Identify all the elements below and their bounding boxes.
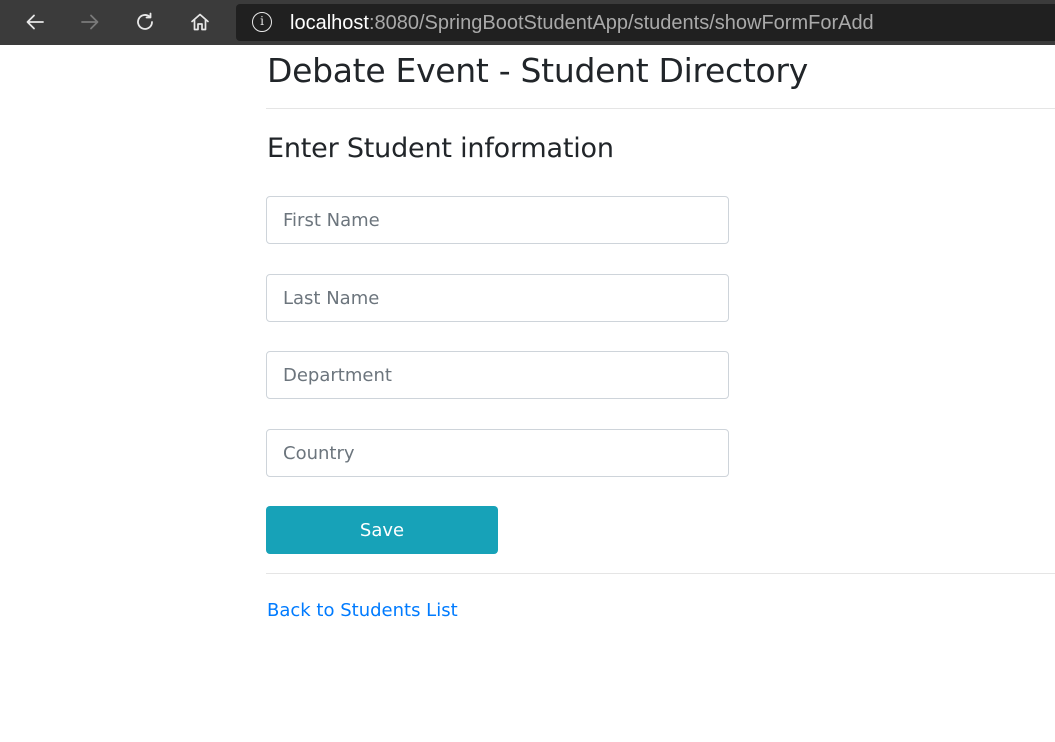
department-input[interactable] xyxy=(266,351,729,399)
refresh-button[interactable] xyxy=(129,7,161,37)
divider-bottom xyxy=(266,573,1055,574)
url-host: localhost xyxy=(290,12,369,34)
back-to-students-link[interactable]: Back to Students List xyxy=(267,600,458,621)
divider-top xyxy=(266,108,1055,109)
forward-button[interactable] xyxy=(74,7,106,37)
back-arrow-icon xyxy=(26,14,44,30)
home-icon xyxy=(191,13,209,31)
country-input[interactable] xyxy=(266,429,729,477)
refresh-icon xyxy=(137,12,153,30)
info-icon[interactable]: i xyxy=(252,12,272,32)
forward-arrow-icon xyxy=(81,14,99,30)
home-button[interactable] xyxy=(184,7,216,37)
last-name-input[interactable] xyxy=(266,274,729,322)
url-path: :8080/SpringBootStudentApp/students/show… xyxy=(368,12,874,34)
page-title: Debate Event - Student Directory xyxy=(267,51,808,90)
browser-toolbar: i localhost:8080/SpringBootStudentApp/st… xyxy=(0,0,1055,45)
back-button[interactable] xyxy=(19,7,51,37)
form-heading: Enter Student information xyxy=(267,133,614,164)
first-name-input[interactable] xyxy=(266,196,729,244)
url-text: localhost:8080/SpringBootStudentApp/stud… xyxy=(290,12,874,35)
page-content: Debate Event - Student Directory Enter S… xyxy=(0,45,1055,742)
save-button[interactable]: Save xyxy=(266,506,498,554)
address-bar[interactable]: i localhost:8080/SpringBootStudentApp/st… xyxy=(236,4,1055,41)
